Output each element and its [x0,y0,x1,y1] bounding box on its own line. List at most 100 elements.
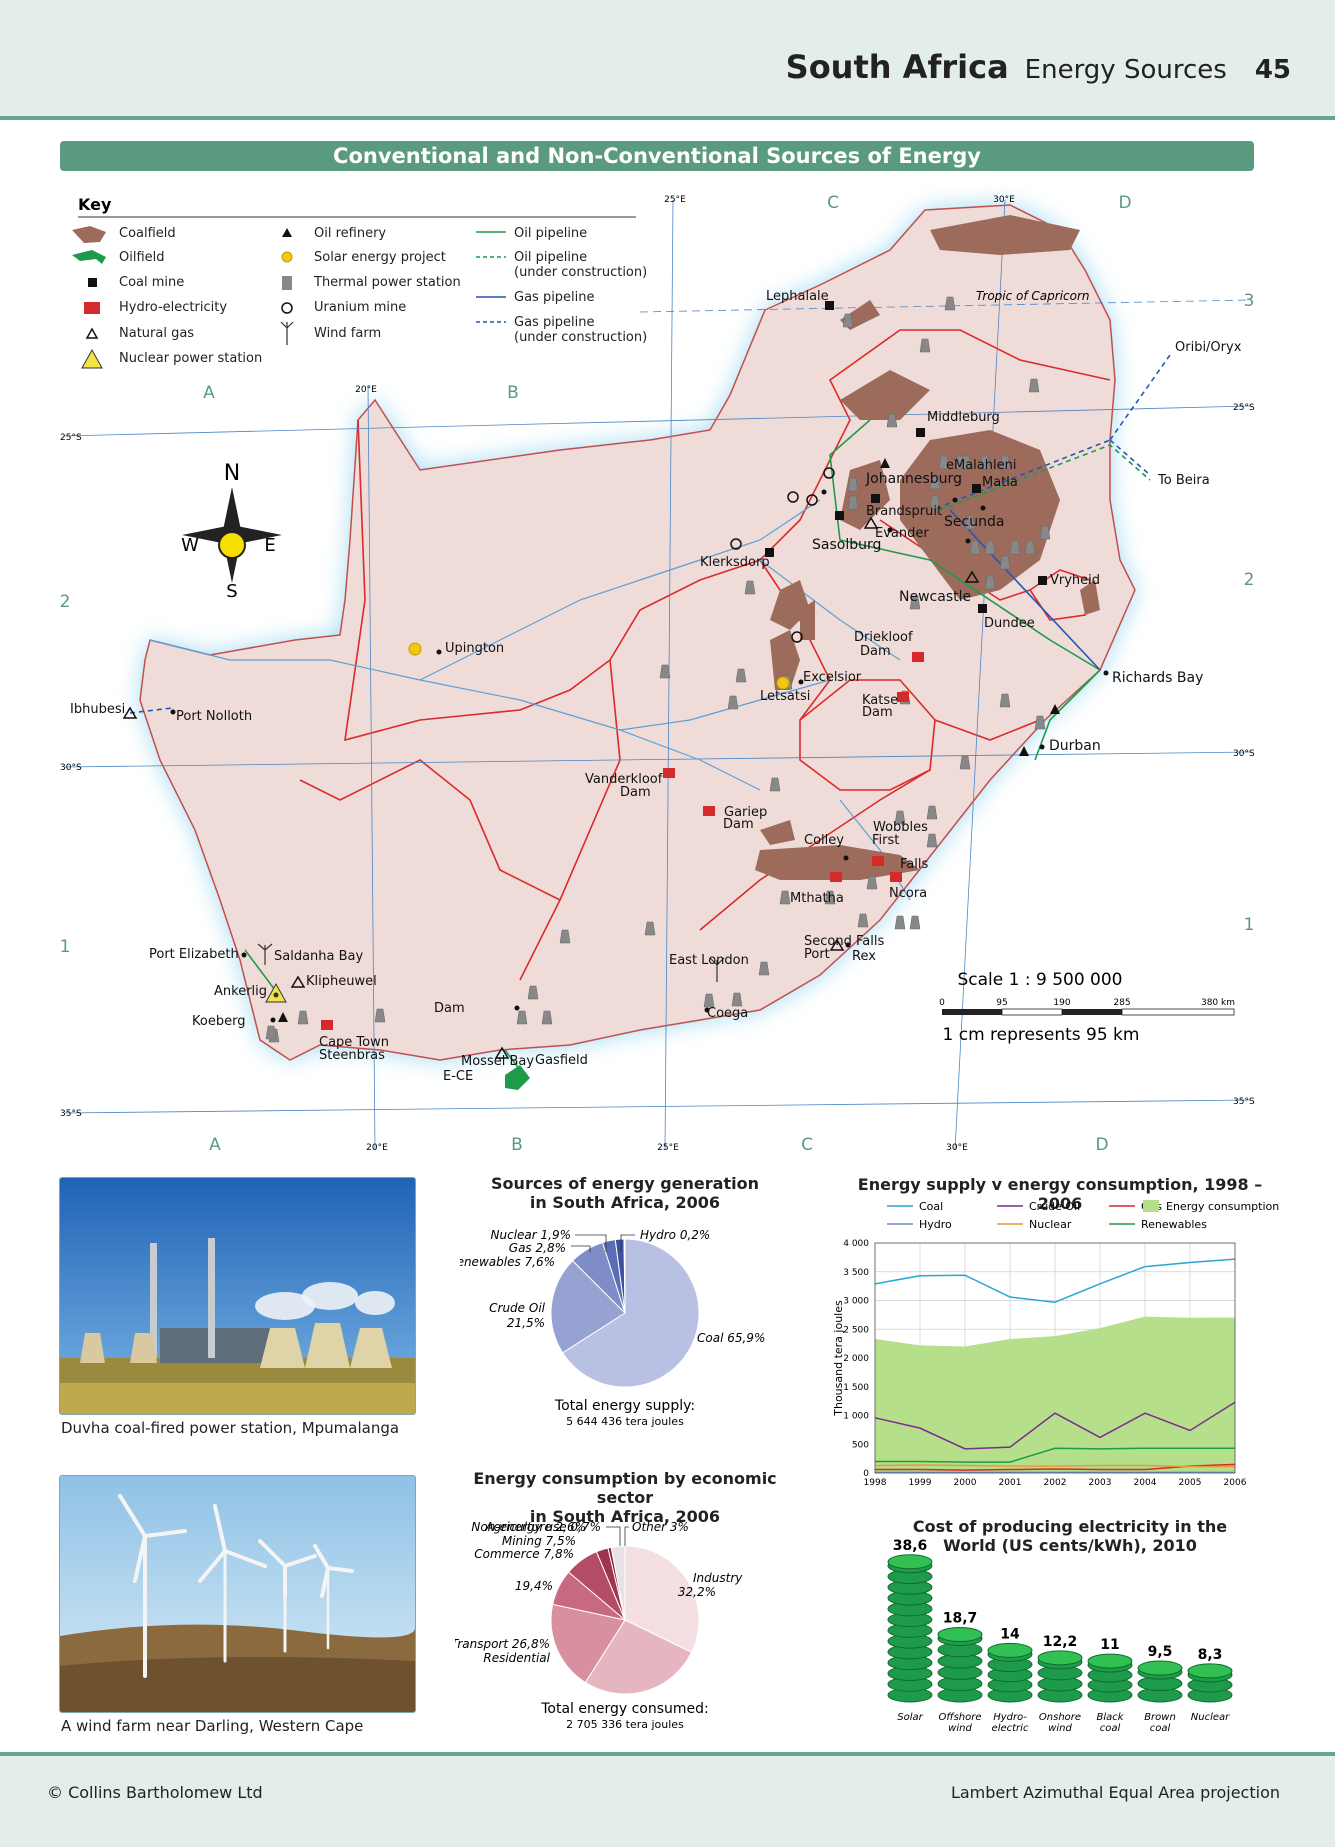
place-label: Ncora [889,886,927,901]
key-label: Coalfield [119,226,176,241]
thermal-station-icon [1024,540,1036,555]
thermal-station-icon [541,1010,553,1025]
town-dot [952,497,958,503]
x-tick-label: 1998 [864,1478,887,1488]
place-label: Colley [804,833,844,848]
coin-top [1187,1663,1233,1679]
coin-top [887,1554,933,1570]
place-label: Mthatha [790,891,844,906]
thermal-station-icon [1039,525,1051,540]
compass-n: N [224,461,240,486]
area-energy-consumption [875,1316,1235,1473]
pie1-title: Sources of energy generation in South Afr… [491,1174,759,1212]
grid-letter: D [1118,193,1131,213]
thermal-station-icon [919,338,931,353]
scale-bar: Scale 1 : 9 500 000 0 95 190 285 380 km 1 cm… [939,970,1235,1045]
bar-category-label: Onshore [1039,1712,1081,1723]
x-tick-label: 2001 [999,1478,1022,1488]
longitude-label: 25°E [657,1143,679,1153]
windfarm-swatch [280,321,294,345]
thermal-station-icon [727,695,739,710]
place-label: Richards Bay [1112,670,1203,686]
x-tick-label: 1999 [909,1478,932,1488]
bar-value-label: 9,5 [1148,1644,1173,1660]
thermal-station-icon [866,875,878,890]
thermal-station-icon [265,1025,277,1040]
y-tick-label: 3 000 [843,1297,869,1307]
place-label: Sasolburg [812,537,881,553]
page-number: 45 [1254,55,1291,85]
grid-number: 2 [60,592,71,612]
y-tick-label: 500 [852,1440,869,1450]
title-country: South Africa [785,48,1009,86]
place-label: Lephalale [766,289,829,304]
bar-category-label: Nuclear [1191,1712,1230,1723]
place-label: Dam [620,785,651,800]
town-dot [514,1005,520,1011]
bar-category-label: Brown [1144,1712,1176,1723]
coin-top [1037,1650,1083,1666]
pie-total-label: Total energy consumed: [540,1701,709,1717]
place-label: Upington [445,641,504,656]
bar-category-label: wind [948,1723,972,1734]
pie-label: Commerce 7,8% [474,1547,574,1561]
thermal-station-icon [894,915,906,930]
town-dot [270,1017,276,1023]
photo-caption-2: A wind farm near Darling, Western Cape [61,1717,364,1735]
town-dot [845,942,851,948]
y-tick-label: 2 000 [843,1354,869,1364]
grid-letter: B [507,383,519,403]
bar-category-label: Hydro- [993,1712,1027,1723]
x-tick-label: 2005 [1179,1478,1202,1488]
place-label: Dam [434,1001,465,1016]
place-label: East London [669,953,749,968]
thermal-station-icon [959,755,971,770]
place-label: Gasfield [535,1053,588,1068]
bar-category-label: coal [1100,1723,1121,1734]
key-title: Key [78,195,112,214]
pie-label: Renewables 7,6% [460,1255,555,1269]
thermal-station-icon [857,913,869,928]
pie-label: Industry [693,1571,743,1585]
place-label: Brandspruit [866,504,942,519]
energy-map: N S E W Key Coalfield Oilfield Coal mine Hy… [60,193,1255,1155]
place-label: Saldanha Bay [274,949,364,964]
place-label: Mossel Bay [461,1054,534,1069]
longitude-label: 30°E [946,1143,968,1153]
bar-value-label: 18,7 [943,1610,978,1626]
grid-number: 2 [1244,570,1255,590]
place-label: Dam [860,644,891,659]
thermal-station-icon [559,929,571,944]
y-tick-label: 3 500 [843,1268,869,1278]
hydro-swatch [84,302,100,314]
thermal-station-icon [984,575,996,590]
place-label: Newcastle [899,589,971,605]
town-dot [704,1007,710,1013]
photo-caption-1: Duvha coal-fired power station, Mpumalan… [61,1419,400,1437]
town-dot [887,527,893,533]
key-label: Uranium mine [314,300,406,315]
bar-chart-electricity-cost: 38,6Solar18,7Offshorewind14Hydro-electri… [887,1538,1233,1734]
thermal-station-icon [297,1010,309,1025]
scale-tick: 190 [1053,998,1070,1008]
key-label: Gas pipeline [514,290,595,305]
place-label: Ankerlig [214,984,267,999]
uranium-swatch [281,302,293,314]
thermal-station-icon [926,833,938,848]
thermal-station-icon [842,313,854,328]
bar-value-label: 12,2 [1043,1634,1078,1650]
thermal-station-icon [644,921,656,936]
place-label: Evander [875,526,929,541]
legend-swatch [1143,1200,1159,1212]
tropic-label: Tropic of Capricorn [976,289,1090,303]
key-label: Gas pipeline [514,315,595,330]
latitude-label: 35°S [60,1109,82,1119]
key-label: Nuclear power station [119,351,262,366]
thermal-station-icon [374,1008,386,1023]
bar-category-label: coal [1150,1723,1171,1734]
longitude-label: 30°E [993,195,1015,205]
thermal-swatch [282,276,292,290]
power-station-photo [59,1177,416,1415]
place-label: Dam [723,817,754,832]
page-title: South Africa Energy Sources 45 [786,48,1291,86]
